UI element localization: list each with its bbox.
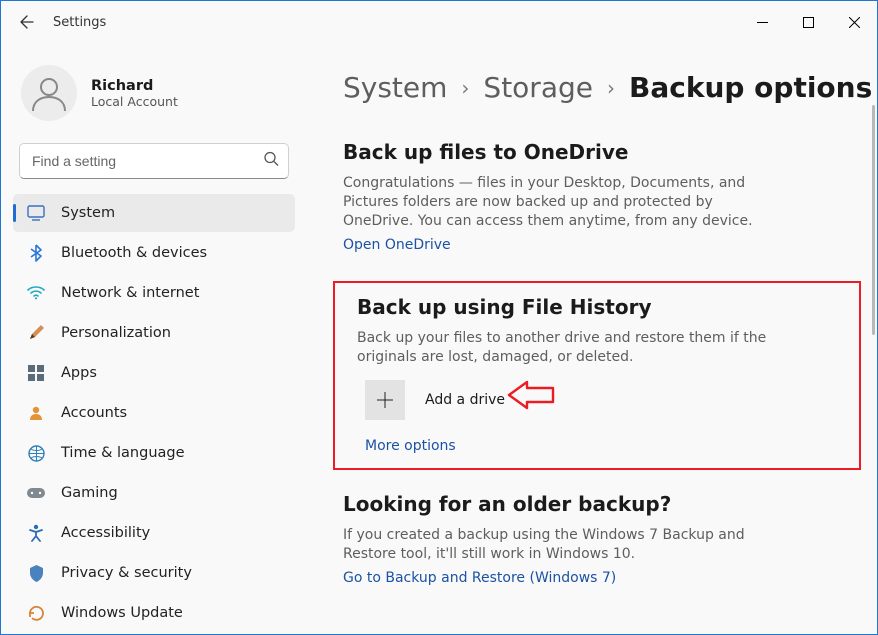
wifi-icon [27, 284, 45, 302]
breadcrumb-storage[interactable]: Storage [483, 71, 593, 104]
maximize-icon [803, 17, 814, 28]
sidebar-item-privacy[interactable]: Privacy & security [13, 554, 295, 592]
gamepad-icon [27, 484, 45, 502]
clock-globe-icon [27, 444, 45, 462]
filehistory-title: Back up using File History [357, 295, 837, 319]
sidebar: Richard Local Account System Bluetooth &… [1, 43, 303, 634]
window-title: Settings [53, 15, 106, 30]
section-older-backup: Looking for an older backup? If you crea… [343, 492, 873, 586]
sidebar-item-label: Privacy & security [61, 565, 192, 581]
sidebar-item-accessibility[interactable]: Accessibility [13, 514, 295, 552]
sidebar-item-bluetooth[interactable]: Bluetooth & devices [13, 234, 295, 272]
apps-icon [27, 364, 45, 382]
sidebar-item-personalization[interactable]: Personalization [13, 314, 295, 352]
minimize-button[interactable] [739, 6, 785, 38]
chevron-right-icon: › [607, 76, 615, 100]
breadcrumb-system[interactable]: System [343, 71, 447, 104]
nav: System Bluetooth & devices Network & int… [11, 193, 297, 633]
filehistory-body: Back up your files to another drive and … [357, 329, 797, 367]
shield-icon [27, 564, 45, 582]
onedrive-body: Congratulations — files in your Desktop,… [343, 174, 783, 231]
back-button[interactable] [11, 6, 43, 38]
onedrive-title: Back up files to OneDrive [343, 140, 873, 164]
more-options-link[interactable]: More options [365, 438, 837, 454]
chevron-right-icon: › [461, 76, 469, 100]
profile-block[interactable]: Richard Local Account [11, 55, 297, 143]
profile-name: Richard [91, 78, 178, 94]
titlebar: Settings [1, 1, 877, 43]
bluetooth-icon [27, 244, 45, 262]
open-onedrive-link[interactable]: Open OneDrive [343, 237, 873, 253]
accessibility-icon [27, 524, 45, 542]
breadcrumb: System › Storage › Backup options [343, 71, 873, 104]
person-icon [27, 71, 71, 115]
scrollbar[interactable] [872, 105, 875, 335]
sidebar-item-label: Apps [61, 365, 97, 381]
back-arrow-icon [19, 14, 35, 30]
sidebar-item-label: Windows Update [61, 605, 183, 621]
account-icon [27, 404, 45, 422]
add-drive-button[interactable] [365, 380, 405, 420]
sidebar-item-label: Accessibility [61, 525, 150, 541]
section-onedrive: Back up files to OneDrive Congratulation… [343, 140, 873, 253]
sidebar-item-label: Bluetooth & devices [61, 245, 207, 261]
plus-icon [376, 391, 394, 409]
sidebar-item-label: System [61, 205, 115, 221]
file-history-highlight: Back up using File History Back up your … [333, 281, 861, 471]
brush-icon [27, 324, 45, 342]
close-icon [849, 17, 860, 28]
sidebar-item-system[interactable]: System [13, 194, 295, 232]
avatar [21, 65, 77, 121]
maximize-button[interactable] [785, 6, 831, 38]
settings-window: Settings Richard Local Ac [0, 0, 878, 635]
sidebar-item-label: Gaming [61, 485, 118, 501]
search-input[interactable] [19, 143, 289, 179]
sidebar-item-time[interactable]: Time & language [13, 434, 295, 472]
annotation-arrow-icon [505, 380, 555, 410]
sidebar-item-apps[interactable]: Apps [13, 354, 295, 392]
older-title: Looking for an older backup? [343, 492, 873, 516]
sidebar-item-label: Personalization [61, 325, 171, 341]
add-drive-row: Add a drive [365, 380, 837, 420]
main-panel[interactable]: System › Storage › Backup options Back u… [303, 43, 877, 634]
system-icon [27, 204, 45, 222]
backup-restore-link[interactable]: Go to Backup and Restore (Windows 7) [343, 570, 873, 586]
sidebar-item-label: Accounts [61, 405, 127, 421]
sidebar-item-network[interactable]: Network & internet [13, 274, 295, 312]
update-icon [27, 604, 45, 622]
close-button[interactable] [831, 6, 877, 38]
search-wrap [19, 143, 289, 179]
sidebar-item-label: Time & language [61, 445, 185, 461]
search-icon [264, 152, 279, 171]
profile-account-type: Local Account [91, 94, 178, 109]
sidebar-item-update[interactable]: Windows Update [13, 594, 295, 632]
sidebar-item-label: Network & internet [61, 285, 199, 301]
sidebar-item-gaming[interactable]: Gaming [13, 474, 295, 512]
older-body: If you created a backup using the Window… [343, 526, 783, 564]
breadcrumb-current: Backup options [629, 71, 872, 104]
sidebar-item-accounts[interactable]: Accounts [13, 394, 295, 432]
add-drive-label: Add a drive [425, 392, 505, 408]
minimize-icon [757, 17, 768, 28]
